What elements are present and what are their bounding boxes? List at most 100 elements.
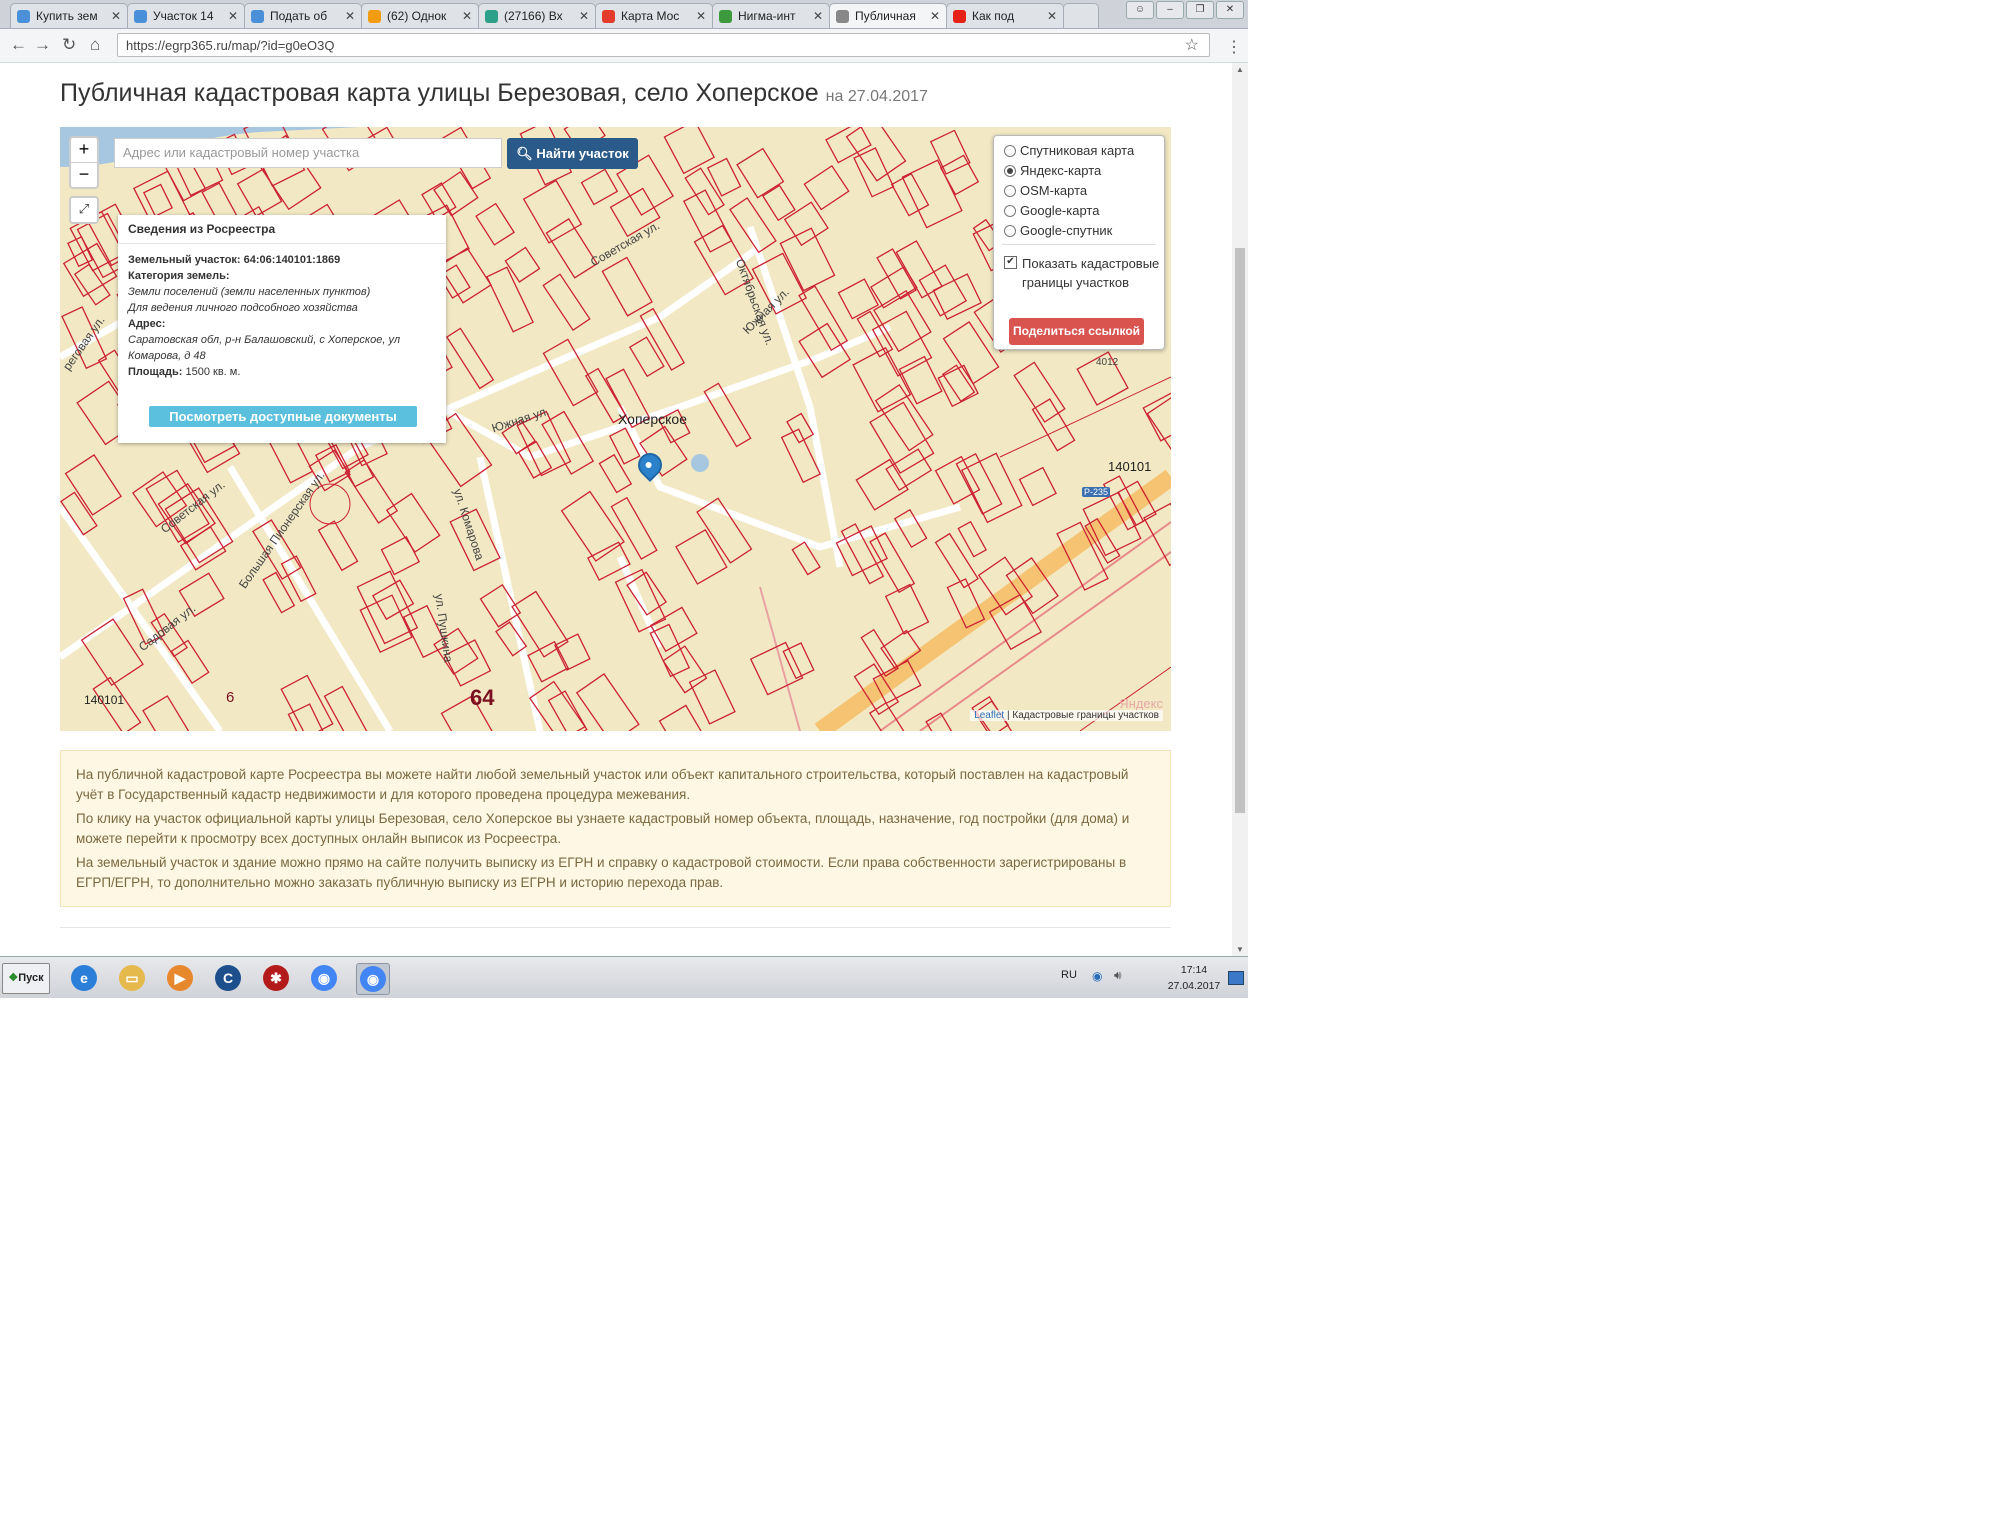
volume-icon[interactable]: 🔊︎ — [1114, 968, 1122, 983]
tab-close-icon[interactable]: ✕ — [111, 9, 121, 23]
tab-close-icon[interactable]: ✕ — [579, 9, 589, 23]
layer-option[interactable]: Спутниковая карта — [1004, 143, 1134, 158]
tab-favicon-icon — [485, 9, 498, 23]
share-link-button[interactable]: Поделиться ссылкой — [1009, 318, 1144, 345]
taskbar-app[interactable]: ◉ — [356, 963, 390, 995]
scroll-up-icon[interactable]: ▲ — [1232, 65, 1248, 74]
restore-button[interactable]: ❐ — [1186, 1, 1214, 19]
tab-close-icon[interactable]: ✕ — [345, 9, 355, 23]
browser-tab[interactable]: Участок 14 ✕ — [127, 3, 245, 28]
parcel-outline — [885, 448, 933, 491]
address-bar[interactable]: ihttps://egrp365.ru/map/?id=g0eO3Q ☆ — [117, 33, 1210, 751]
language-indicator[interactable]: RU — [1061, 969, 1077, 981]
tab-close-icon[interactable]: ✕ — [462, 9, 472, 23]
leaflet-link[interactable]: Leaflet — [974, 710, 1004, 721]
parcel-outline — [67, 236, 94, 268]
parcel-outline — [869, 401, 935, 474]
taskbar-app[interactable]: ✱ — [260, 963, 292, 993]
parcel-outline — [937, 364, 979, 408]
layer-radio[interactable] — [1004, 184, 1016, 197]
reload-icon[interactable]: ↻ — [62, 35, 76, 55]
clock[interactable]: 17:14 27.04.2017 — [1162, 962, 1226, 994]
tab-close-icon[interactable]: ✕ — [696, 9, 706, 23]
forward-icon[interactable]: → — [34, 35, 51, 55]
parcel-outline — [545, 218, 598, 279]
village-label: Хоперское — [618, 411, 687, 427]
layer-radio[interactable] — [1004, 204, 1016, 217]
browser-tab[interactable]: Купить зем ✕ — [10, 3, 128, 28]
bookmark-star-icon[interactable]: ☆ — [1185, 34, 1199, 58]
ccleaner-icon: C — [215, 965, 241, 991]
search-input[interactable]: Адрес или кадастровый номер участка — [114, 138, 502, 168]
tab-close-icon[interactable]: ✕ — [813, 9, 823, 23]
browser-menu-icon[interactable]: ⋮ — [1226, 37, 1242, 57]
fullscreen-icon[interactable]: ⤢ — [69, 196, 99, 224]
taskbar-app[interactable]: e — [68, 963, 100, 993]
parcel-outline — [874, 383, 934, 452]
start-button[interactable]: ❖Пуск — [2, 963, 50, 994]
media-player-icon: ▶ — [167, 965, 193, 991]
network-tray-icon[interactable]: ◉ — [1092, 969, 1102, 983]
tab-title: Как под — [972, 9, 1015, 23]
tab-title: Участок 14 — [153, 9, 214, 23]
show-cadastral-checkbox[interactable]: ✔ — [1004, 256, 1017, 269]
parcel-outline — [601, 256, 653, 317]
page-scrollbar[interactable]: ▲ ▼ — [1232, 63, 1248, 956]
tab-favicon-icon — [719, 9, 732, 23]
browser-tab[interactable]: Публичная ✕ — [829, 3, 947, 28]
region-label: 6 — [226, 689, 235, 706]
popup-header: Сведения из Росреестра — [118, 215, 446, 244]
find-parcel-button[interactable]: 🔍︎ Найти участок — [507, 138, 638, 169]
user-icon[interactable]: ☺ — [1126, 1, 1154, 19]
chrome-icon: ◉ — [311, 965, 337, 991]
layer-option-label: OSM-карта — [1020, 183, 1088, 198]
minimize-button[interactable]: – — [1156, 1, 1184, 19]
close-window-button[interactable]: ✕ — [1216, 1, 1244, 19]
show-cadastral-toggle[interactable]: ✔ Показать кадастровые границы участков — [1004, 254, 1171, 292]
browser-tab[interactable]: Карта Мос ✕ — [595, 3, 713, 28]
divider — [60, 927, 1171, 928]
tab-close-icon[interactable]: ✕ — [930, 9, 940, 23]
tab-close-icon[interactable]: ✕ — [1047, 9, 1057, 23]
layer-radio[interactable] — [1004, 224, 1016, 237]
taskbar-app[interactable]: ▶ — [164, 963, 196, 993]
layer-option[interactable]: Яндекс-карта — [1004, 163, 1101, 178]
taskbar-app[interactable]: ◉ — [308, 963, 340, 993]
info-paragraph-3: На земельный участок и здание можно прям… — [76, 855, 1127, 890]
browser-tab[interactable]: (27166) Вх ✕ — [478, 3, 596, 28]
browser-tab[interactable]: Подать об ✕ — [244, 3, 362, 28]
back-icon[interactable]: ← — [10, 35, 27, 55]
home-icon[interactable]: ⌂ — [90, 35, 100, 55]
tab-title: Карта Мос — [621, 9, 680, 23]
layer-option-label: Яндекс-карта — [1020, 163, 1102, 178]
tab-favicon-icon — [251, 9, 264, 23]
scroll-down-icon[interactable]: ▼ — [1232, 945, 1248, 954]
layer-radio[interactable] — [1004, 164, 1016, 177]
browser-tab[interactable]: (62) Однок ✕ — [361, 3, 479, 28]
tab-title: Публичная — [855, 9, 916, 23]
layer-radio[interactable] — [1004, 144, 1016, 157]
highway-road — [814, 469, 1171, 731]
parcel-outline — [675, 528, 728, 585]
taskbar-app[interactable]: C — [212, 963, 244, 993]
layer-option[interactable]: Google-карта — [1004, 203, 1099, 218]
taskbar-app[interactable]: ▭ — [116, 963, 148, 993]
browser-tab[interactable]: Как под ✕ — [946, 3, 1064, 28]
show-desktop-button[interactable] — [1228, 971, 1244, 985]
new-tab-button[interactable] — [1063, 3, 1099, 28]
layer-option[interactable]: OSM-карта — [1004, 183, 1087, 198]
window-controls: ☺ – ❐ ✕ — [1126, 1, 1244, 19]
parcel-outline — [688, 669, 736, 725]
zoom-in-button[interactable]: + — [71, 138, 97, 163]
parcel-outline — [1018, 466, 1057, 507]
layer-option[interactable]: Google-спутник — [1004, 223, 1112, 238]
category-label: Категория земель: — [128, 270, 230, 282]
browser-tab[interactable]: Нигма-инт ✕ — [712, 3, 830, 28]
cadastral-map[interactable]: Хоперское 140101 140101 64 6 Р-235 4012 Советск… — [60, 127, 1171, 731]
zoom-out-button[interactable]: − — [71, 163, 97, 187]
tab-close-icon[interactable]: ✕ — [228, 9, 238, 23]
folder-icon: ▭ — [119, 965, 145, 991]
scroll-thumb[interactable] — [1235, 248, 1245, 813]
parcel-outline — [542, 273, 591, 332]
view-documents-button[interactable]: Посмотреть доступные документы — [149, 406, 417, 427]
